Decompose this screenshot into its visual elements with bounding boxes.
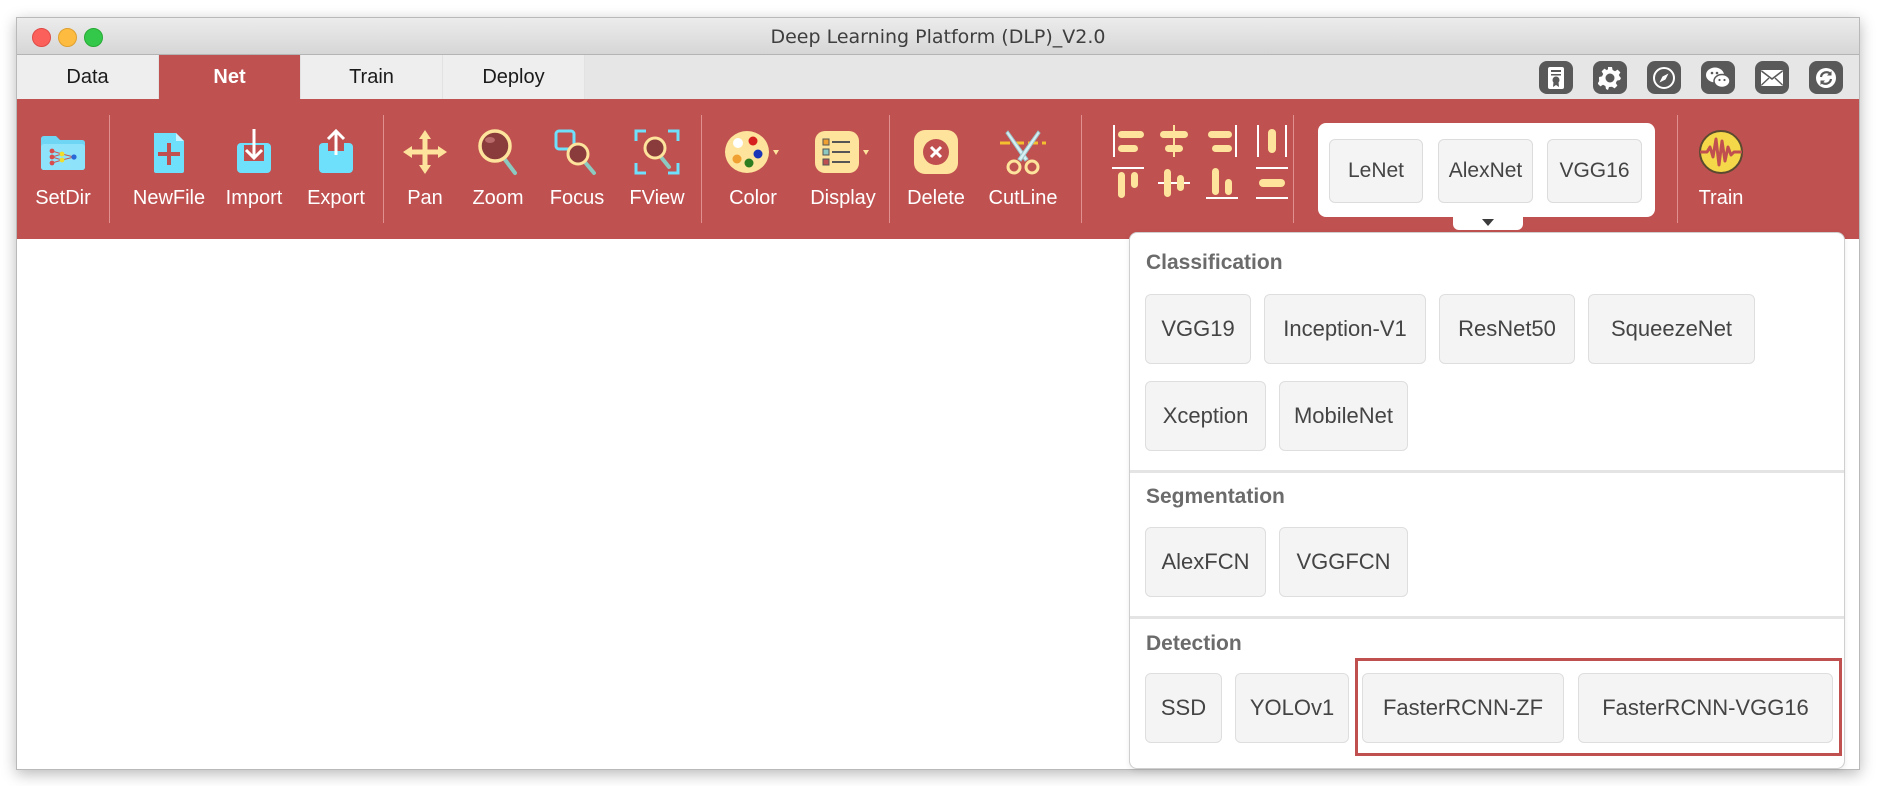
fview-button[interactable]: FView [621,99,693,239]
fview-label: FView [629,187,685,209]
zoom-magnifier-icon [478,129,517,175]
cutline-label: CutLine [988,187,1058,209]
focus-button[interactable]: Focus [541,99,613,239]
main-tab-bar: Data Net Train Deploy [17,55,1859,99]
model-inception-v1-button[interactable]: Inception-V1 [1264,294,1426,364]
model-yolov1-button[interactable]: YOLOv1 [1235,673,1349,743]
model-gallery-dropdown: Classification VGG19 Inception-V1 ResNet… [1129,232,1845,769]
pan-arrows-icon [403,130,447,174]
delete-icon [914,130,958,174]
caret-down-icon [1482,219,1494,226]
train-waveform-icon [1699,130,1743,174]
fit-view-icon [634,129,680,175]
display-label: Display [810,187,876,209]
tab-net[interactable]: Net [159,55,301,99]
expand-models-handle[interactable] [1453,217,1523,230]
train-label: Train [1698,187,1744,209]
export-button[interactable]: Export [299,99,373,239]
toolbar-separator [383,115,384,223]
wechat-icon[interactable] [1701,61,1735,94]
title-bar: Deep Learning Platform (DLP)_V2.0 [17,18,1859,55]
toolbar-separator [109,115,110,223]
mail-icon[interactable] [1755,61,1789,94]
model-mobilenet-button[interactable]: MobileNet [1279,381,1408,451]
zoom-button[interactable]: Zoom [463,99,533,239]
pan-label: Pan [407,187,443,209]
toolbar-separator [1677,115,1678,223]
distribute-v-icon[interactable] [1255,165,1289,201]
align-right-icon[interactable] [1205,123,1239,159]
color-label: Color [729,187,777,209]
pan-button[interactable]: Pan [393,99,457,239]
display-button[interactable]: Display [801,99,885,239]
model-resnet50-button[interactable]: ResNet50 [1439,294,1575,364]
setdir-button[interactable]: SetDir [29,99,97,239]
align-top-icon[interactable] [1111,165,1145,201]
tab-data[interactable]: Data [17,55,159,99]
model-squeezenet-button[interactable]: SqueezeNet [1588,294,1755,364]
gear-icon[interactable] [1593,61,1627,94]
scissors-icon [1000,130,1046,175]
section-title-segmentation: Segmentation [1146,485,1285,508]
toolbar-separator [701,115,702,223]
model-alexfcn-button[interactable]: AlexFCN [1145,527,1266,597]
app-window: Deep Learning Platform (DLP)_V2.0 Data N… [16,17,1860,770]
window-title: Deep Learning Platform (DLP)_V2.0 [770,26,1106,48]
tab-train[interactable]: Train [301,55,443,99]
setdir-label: SetDir [35,187,91,209]
delete-button[interactable]: Delete [901,99,971,239]
align-bottom-icon[interactable] [1205,165,1239,201]
export-icon [319,128,353,173]
model-ssd-button[interactable]: SSD [1145,673,1222,743]
refresh-icon[interactable] [1809,61,1843,94]
newfile-button[interactable]: NewFile [129,99,209,239]
folder-network-icon [41,136,85,170]
list-display-icon [815,131,869,173]
highlight-box [1355,658,1842,756]
model-alexnet-button[interactable]: AlexNet [1438,139,1533,203]
import-label: Import [225,187,283,209]
train-button[interactable]: Train [1689,99,1753,239]
cutline-button[interactable]: CutLine [983,99,1063,239]
model-xception-button[interactable]: Xception [1145,381,1266,451]
import-icon [237,129,271,173]
import-button[interactable]: Import [219,99,289,239]
model-vgg19-button[interactable]: VGG19 [1145,294,1251,364]
delete-label: Delete [907,187,965,209]
compass-icon[interactable] [1647,61,1681,94]
toolbar-separator [889,115,890,223]
distribute-h-icon[interactable] [1255,123,1289,159]
section-divider [1130,616,1844,619]
zoom-label: Zoom [472,187,524,209]
alignment-tools [1107,123,1307,203]
section-title-classification: Classification [1146,251,1283,274]
certificate-icon[interactable] [1539,61,1573,94]
model-vggfcn-button[interactable]: VGGFCN [1279,527,1408,597]
toolbar-separator [1293,115,1294,223]
focus-icon [554,129,596,175]
focus-label: Focus [549,187,605,209]
toolbar-separator [1081,115,1082,223]
palette-icon [725,131,779,173]
align-center-h-icon[interactable] [1157,123,1191,159]
model-quick-card: LeNet AlexNet VGG16 [1318,123,1655,217]
network-canvas[interactable] [17,239,1129,771]
new-file-icon [154,133,184,173]
align-left-icon[interactable] [1111,123,1145,159]
align-middle-v-icon[interactable] [1157,165,1191,201]
newfile-label: NewFile [132,187,206,209]
model-lenet-button[interactable]: LeNet [1329,139,1423,203]
net-toolbar: SetDir NewFile Import Export Pan Zoom Fo… [17,99,1859,239]
tab-deploy[interactable]: Deploy [443,55,585,99]
export-label: Export [307,187,365,209]
section-divider [1130,470,1844,473]
color-button[interactable]: Color [713,99,793,239]
model-vgg16-button[interactable]: VGG16 [1547,139,1642,203]
section-title-detection: Detection [1146,632,1242,655]
